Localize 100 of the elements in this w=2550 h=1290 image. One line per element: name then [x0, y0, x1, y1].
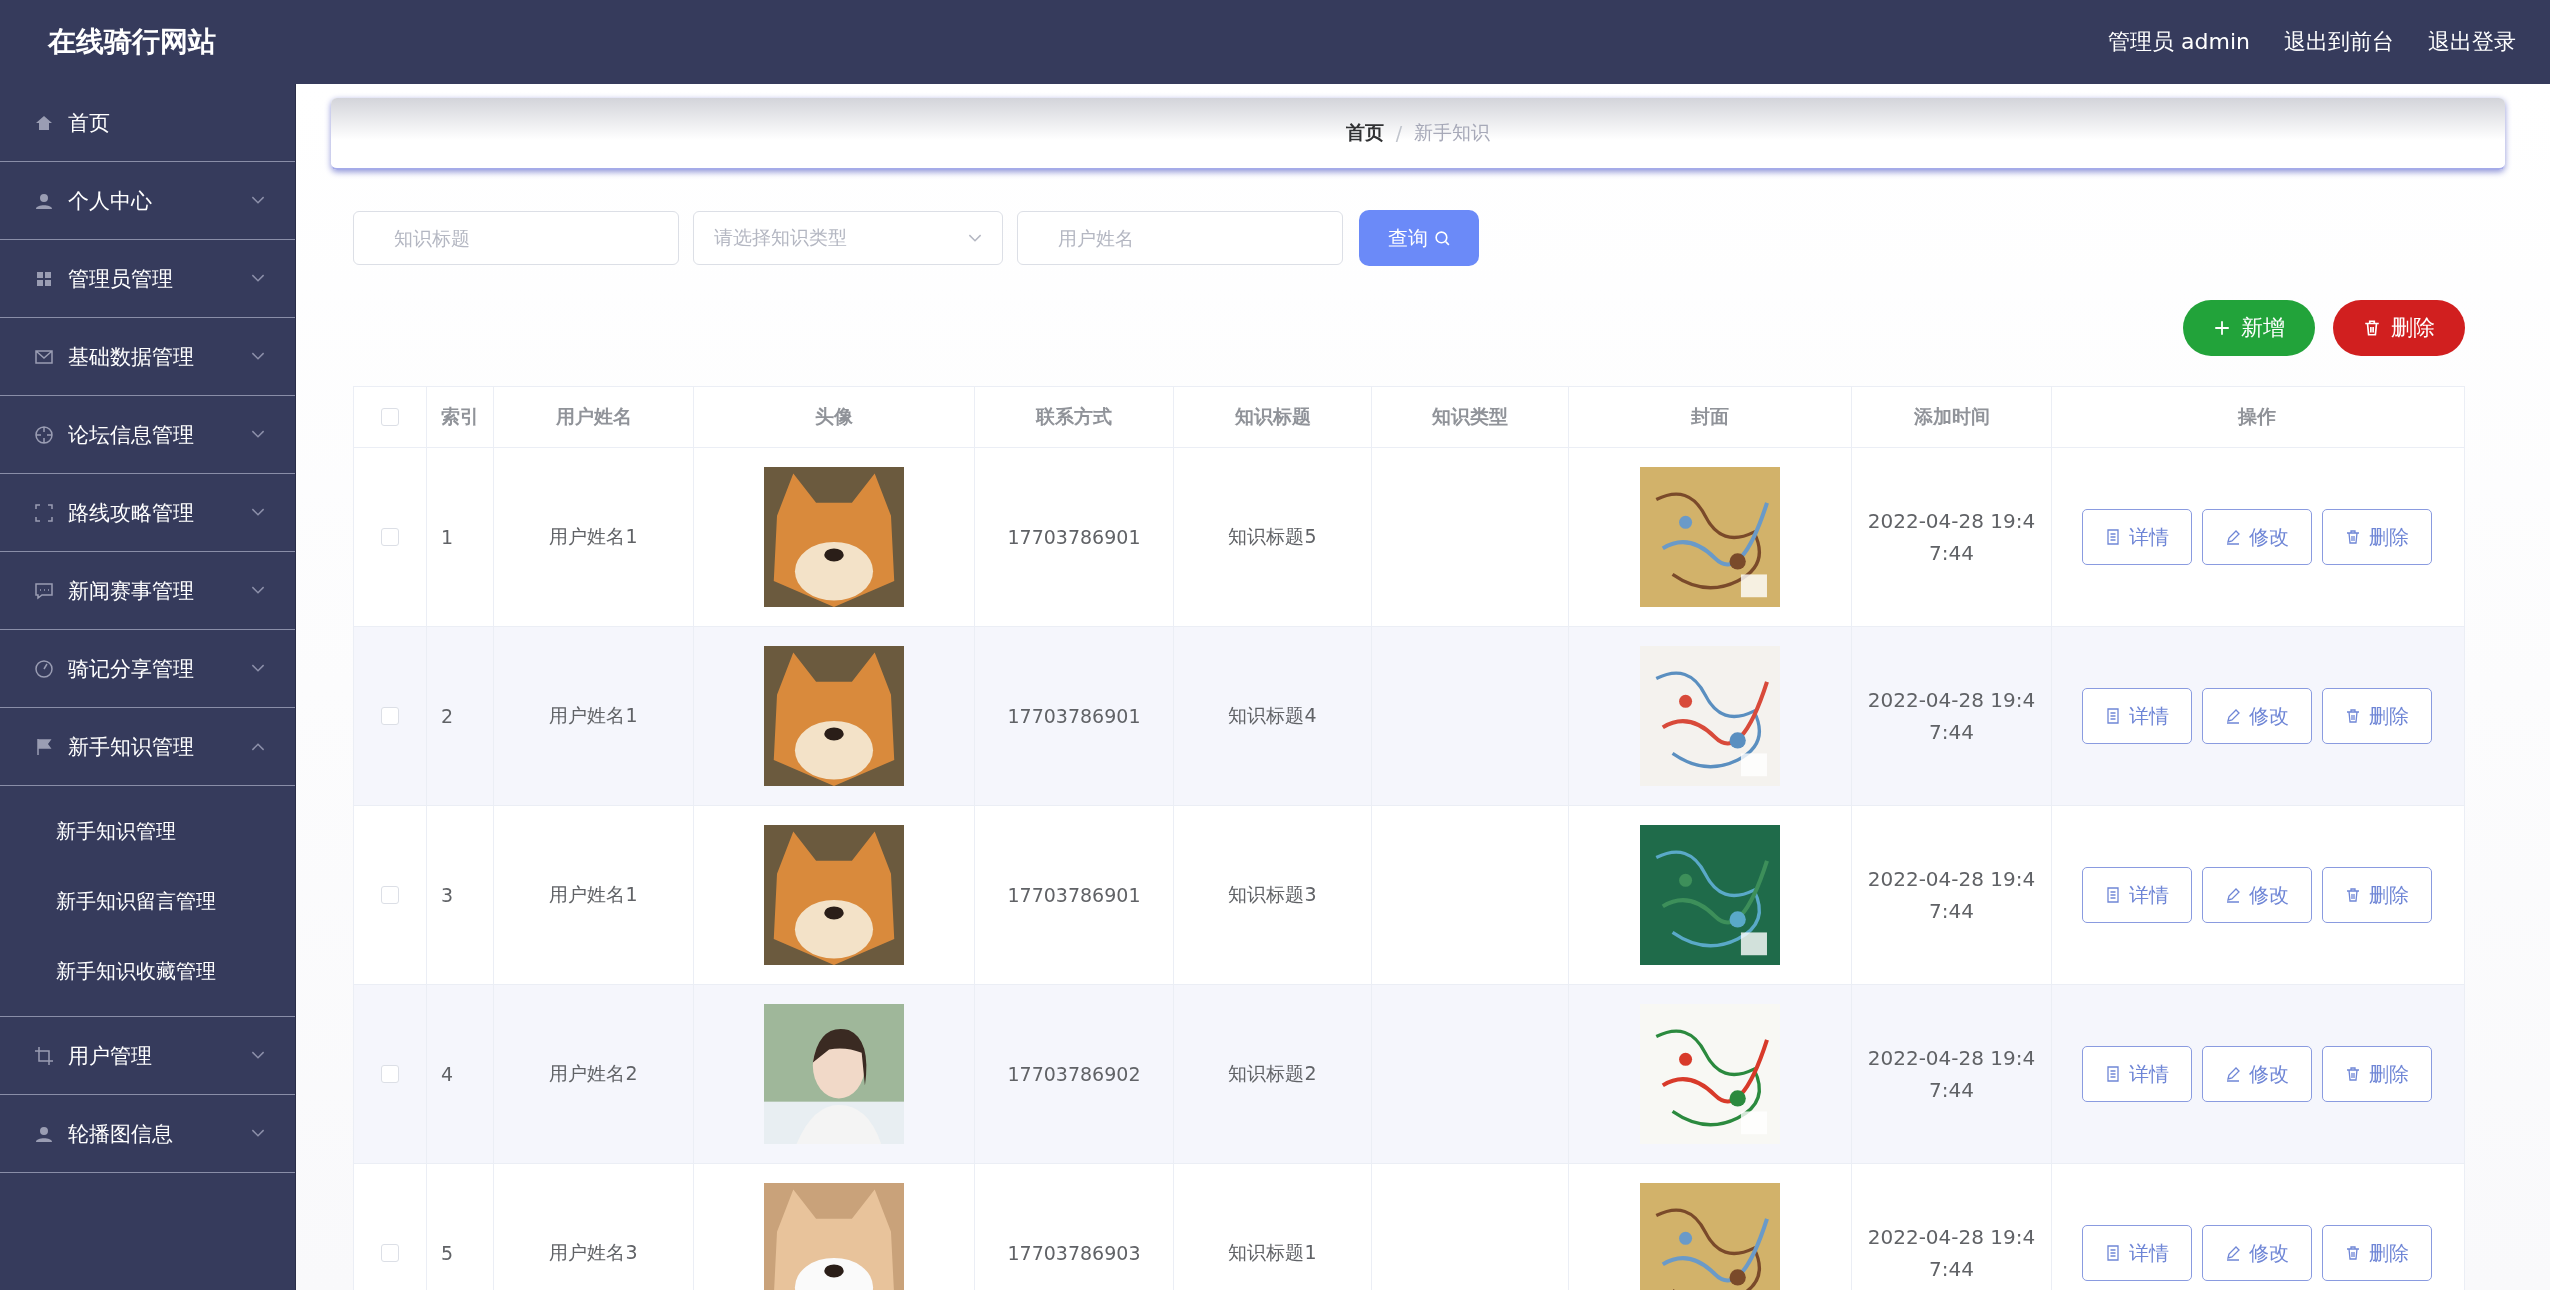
delete-button[interactable]: 删除	[2322, 867, 2432, 923]
table-cell: 2	[427, 627, 494, 805]
document-icon	[2105, 1245, 2121, 1261]
sidebar-item[interactable]: 新手知识管理	[0, 708, 295, 786]
sidebar-item[interactable]: 基础数据管理	[0, 318, 295, 396]
pencil-icon	[2225, 529, 2241, 545]
column-header: 知识标题	[1174, 387, 1372, 447]
column-header: 封面	[1569, 387, 1852, 447]
details-button[interactable]: 详情	[2082, 867, 2192, 923]
table-cell: 用户姓名1	[494, 627, 694, 805]
table-cell: 用户姓名1	[494, 448, 694, 626]
details-button[interactable]: 详情	[2082, 1225, 2192, 1281]
column-header: 索引	[427, 387, 494, 447]
chevron-icon	[251, 664, 265, 673]
document-icon	[2105, 1066, 2121, 1082]
table-cell: 知识标题3	[1174, 806, 1372, 984]
user-search-field[interactable]: 用户姓名	[1017, 211, 1343, 265]
column-header: 知识类型	[1372, 387, 1569, 447]
chevron-icon	[251, 274, 265, 283]
pencil-icon	[2225, 708, 2241, 724]
sidebar-item[interactable]: 首页	[0, 84, 295, 162]
table-cell: 知识标题1	[1174, 1164, 1372, 1290]
checkbox[interactable]	[381, 1065, 399, 1083]
sidebar-item[interactable]: 个人中心	[0, 162, 295, 240]
plus-icon	[2213, 319, 2231, 337]
gauge-icon	[34, 658, 54, 679]
column-header: 用户姓名	[494, 387, 694, 447]
edit-button[interactable]: 修改	[2202, 688, 2312, 744]
checkbox[interactable]	[381, 408, 399, 426]
chevron-icon	[251, 742, 265, 751]
sidebar-item[interactable]: 轮播图信息	[0, 1095, 295, 1173]
submenu-item[interactable]: 新手知识管理	[0, 796, 295, 866]
chevron-icon	[251, 196, 265, 205]
checkbox[interactable]	[381, 886, 399, 904]
document-icon	[2105, 529, 2121, 545]
search-button[interactable]: 查询	[1359, 210, 1479, 266]
title-search-field[interactable]: 知识标题	[353, 211, 679, 265]
edit-button[interactable]: 修改	[2202, 1046, 2312, 1102]
table-cell: 17703786901	[975, 448, 1174, 626]
chevron-icon	[251, 508, 265, 517]
delete-button[interactable]: 删除	[2322, 509, 2432, 565]
sidebar-item[interactable]: 新闻赛事管理	[0, 552, 295, 630]
trash-icon	[2363, 319, 2381, 337]
trash-icon	[2345, 529, 2361, 545]
checkbox[interactable]	[381, 1244, 399, 1262]
table-cell: 用户姓名3	[494, 1164, 694, 1290]
submenu-item[interactable]: 新手知识收藏管理	[0, 936, 295, 1006]
chevron-icon	[968, 233, 982, 243]
details-button[interactable]: 详情	[2082, 1046, 2192, 1102]
details-button[interactable]: 详情	[2082, 688, 2192, 744]
chevron-icon	[251, 586, 265, 595]
checkbox[interactable]	[381, 528, 399, 546]
delete-button[interactable]: 删除	[2322, 1225, 2432, 1281]
submenu-item[interactable]: 新手知识留言管理	[0, 866, 295, 936]
column-header: 头像	[694, 387, 975, 447]
trash-icon	[2345, 887, 2361, 903]
table-cell: 17703786902	[975, 985, 1174, 1163]
sidebar-item[interactable]: 管理员管理	[0, 240, 295, 318]
edit-button[interactable]: 修改	[2202, 509, 2312, 565]
pencil-icon	[2225, 887, 2241, 903]
sidebar-item[interactable]: 骑记分享管理	[0, 630, 295, 708]
table-cell: 1	[427, 448, 494, 626]
table-cell: 17703786901	[975, 806, 1174, 984]
trash-icon	[2345, 1066, 2361, 1082]
crop-icon	[34, 1045, 54, 1066]
trash-icon	[2345, 708, 2361, 724]
header-link[interactable]: 退出到前台	[2284, 27, 2394, 57]
site-title: 在线骑行网站	[48, 24, 216, 60]
pencil-icon	[2225, 1245, 2241, 1261]
chat-icon	[34, 580, 54, 601]
crosshair-icon	[34, 424, 54, 445]
column-header: 联系方式	[975, 387, 1174, 447]
document-icon	[2105, 708, 2121, 724]
edit-button[interactable]: 修改	[2202, 1225, 2312, 1281]
frame-icon	[34, 502, 54, 523]
table-cell: 5	[427, 1164, 494, 1290]
table-cell-text: 2022-04-28 19:47:44	[1866, 687, 2037, 746]
edit-button[interactable]: 修改	[2202, 867, 2312, 923]
flag-icon	[34, 736, 54, 757]
table-cell-text: 2022-04-28 19:47:44	[1866, 1045, 2037, 1104]
details-button[interactable]: 详情	[2082, 509, 2192, 565]
header-link[interactable]: 退出登录	[2428, 27, 2516, 57]
sidebar-item[interactable]: 路线攻略管理	[0, 474, 295, 552]
table-cell: 知识标题5	[1174, 448, 1372, 626]
table-cell: 4	[427, 985, 494, 1163]
sidebar-item[interactable]: 用户管理	[0, 1017, 295, 1095]
checkbox[interactable]	[381, 707, 399, 725]
delete-button[interactable]: 删除	[2333, 300, 2465, 356]
delete-button[interactable]: 删除	[2322, 688, 2432, 744]
pencil-icon	[2225, 1066, 2241, 1082]
chevron-icon	[251, 1129, 265, 1138]
breadcrumb-separator: /	[1395, 122, 1403, 144]
header-link[interactable]: 管理员 admin	[2108, 27, 2250, 57]
sidebar-item[interactable]: 论坛信息管理	[0, 396, 295, 474]
table-cell-text: 2022-04-28 19:47:44	[1866, 866, 2037, 925]
delete-button[interactable]: 删除	[2322, 1046, 2432, 1102]
table-cell-text: 2022-04-28 19:47:44	[1866, 508, 2037, 567]
add-button[interactable]: 新增	[2183, 300, 2315, 356]
chevron-icon	[251, 1051, 265, 1060]
breadcrumb-item[interactable]: 首页	[1345, 120, 1384, 146]
